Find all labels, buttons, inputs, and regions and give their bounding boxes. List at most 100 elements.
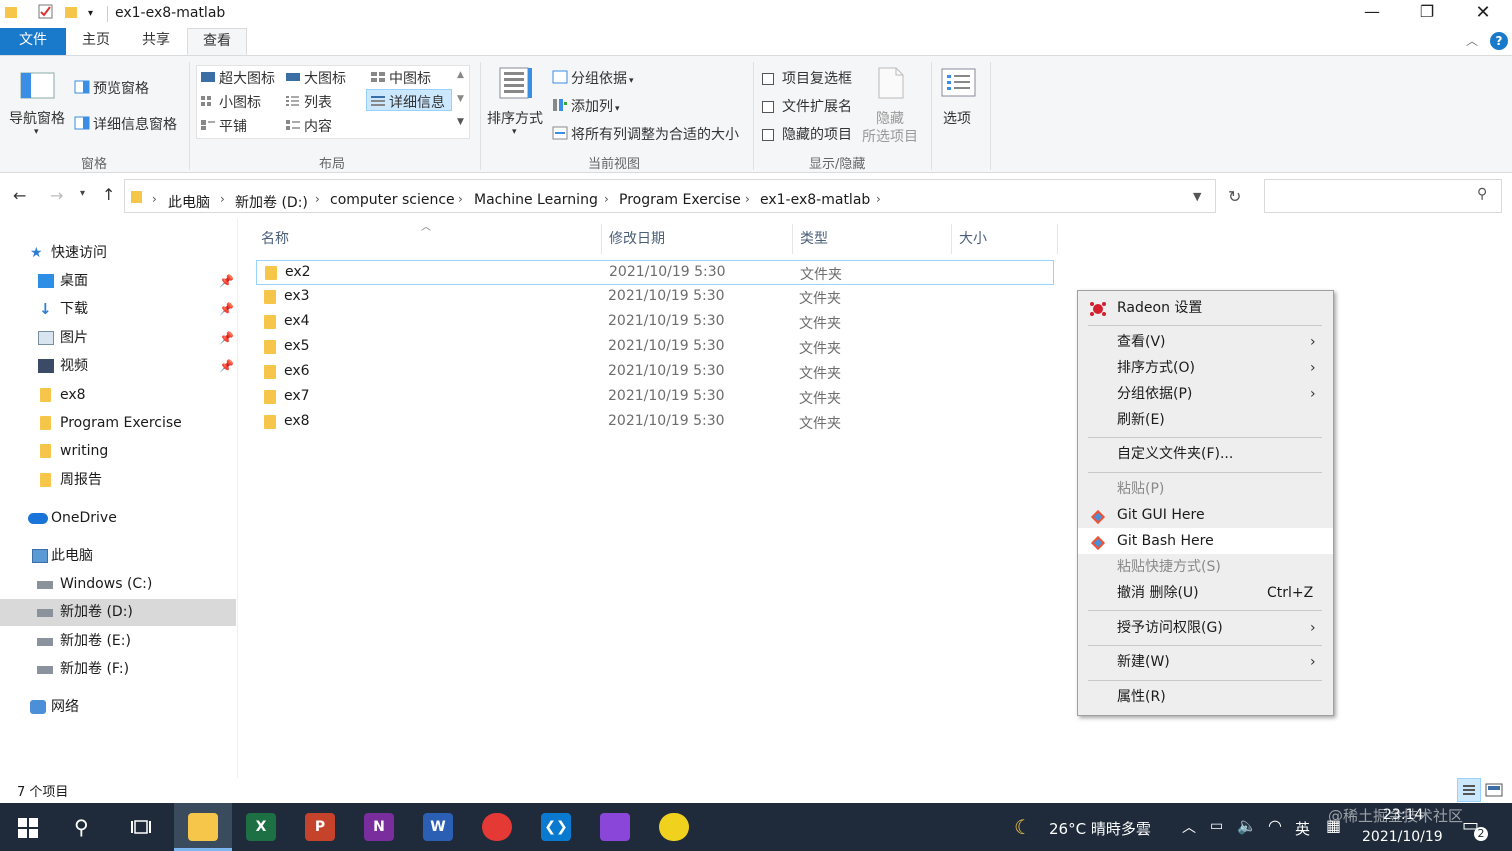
menu-item-undo-delete[interactable]: 撤消 删除(U) Ctrl+Z xyxy=(1078,580,1333,606)
nav-item-weekly-report[interactable]: 周报告 xyxy=(0,467,236,494)
table-row[interactable]: ex4 2021/10/19 5:30 文件夹 xyxy=(256,310,1054,335)
menu-item-paste-shortcut[interactable]: 粘贴快捷方式(S) xyxy=(1078,554,1333,580)
breadcrumb-chevron-icon[interactable]: › xyxy=(315,192,320,206)
tiles-option[interactable]: 平铺 xyxy=(200,116,247,136)
nav-drive-c[interactable]: Windows (C:) xyxy=(0,571,236,598)
volume-icon[interactable]: 🔈 xyxy=(1237,816,1257,835)
menu-item-grant-access[interactable]: 授予访问权限(G) › xyxy=(1078,615,1333,641)
table-row[interactable]: ex3 2021/10/19 5:30 文件夹 xyxy=(256,285,1054,310)
nav-item-desktop[interactable]: 桌面 📌 xyxy=(0,268,236,295)
breadcrumb-drive-d[interactable]: 新加卷 (D:) xyxy=(235,192,308,212)
large-icons-view-toggle-icon[interactable] xyxy=(1484,781,1504,803)
sort-by-button[interactable]: 排序方式 xyxy=(487,108,543,128)
tab-home[interactable]: 主页 xyxy=(70,28,122,55)
table-row[interactable]: ex6 2021/10/19 5:30 文件夹 xyxy=(256,360,1054,385)
forward-arrow-icon[interactable]: → xyxy=(50,186,63,205)
menu-item-new[interactable]: 新建(W) › xyxy=(1078,649,1333,675)
breadcrumb-this-pc[interactable]: 此电脑 xyxy=(168,192,210,212)
powerpoint-icon[interactable]: P xyxy=(305,813,335,841)
breadcrumb-chevron-icon[interactable]: › xyxy=(152,192,157,206)
nav-item-videos[interactable]: 视频 📌 xyxy=(0,353,236,380)
breadcrumb-chevron-icon[interactable]: › xyxy=(745,192,750,206)
column-divider[interactable] xyxy=(1057,224,1058,254)
table-row[interactable]: ex8 2021/10/19 5:30 文件夹 xyxy=(256,410,1054,435)
menu-item-customize-folder[interactable]: 自定义文件夹(F)... xyxy=(1078,441,1333,467)
nav-onedrive[interactable]: OneDrive xyxy=(0,505,236,532)
search-box[interactable]: ⚲ xyxy=(1264,179,1502,213)
tab-view[interactable]: 查看 xyxy=(187,28,247,55)
breadcrumb-chevron-icon[interactable]: › xyxy=(604,192,609,206)
back-arrow-icon[interactable]: ← xyxy=(13,186,26,205)
content-option[interactable]: 内容 xyxy=(285,116,332,136)
breadcrumb-machine-learning[interactable]: Machine Learning xyxy=(474,192,598,208)
nav-network[interactable]: 网络 xyxy=(0,694,236,721)
weather-icon[interactable]: ☾ xyxy=(1014,815,1032,839)
hidden-items-checkbox[interactable] xyxy=(762,129,774,141)
column-divider[interactable] xyxy=(792,224,793,254)
file-extensions-checkbox[interactable] xyxy=(762,101,774,113)
item-checkboxes-toggle[interactable]: 项目复选框 xyxy=(762,68,852,88)
show-hidden-icons-chevron-icon[interactable]: ︿ xyxy=(1182,817,1196,837)
details-pane-button[interactable]: 详细信息窗格 xyxy=(74,114,177,134)
nav-item-downloads[interactable]: ↓ 下载 📌 xyxy=(0,296,236,323)
menu-item-radeon-settings[interactable]: Radeon 设置 xyxy=(1078,295,1333,321)
group-by-button[interactable]: 分组依据 ▾ xyxy=(552,68,634,88)
address-bar[interactable]: › 此电脑 › 新加卷 (D:) › computer science › Ma… xyxy=(124,179,1241,213)
customize-quick-access-chevron-icon[interactable]: ▾ xyxy=(88,8,93,19)
hide-selected-button[interactable]: 隐藏 xyxy=(876,108,904,128)
app-icon[interactable] xyxy=(600,813,630,841)
menu-item-refresh[interactable]: 刷新(E) xyxy=(1078,407,1333,433)
nav-quick-access[interactable]: ★ 快速访问 xyxy=(0,240,236,267)
breadcrumb-chevron-icon[interactable]: › xyxy=(220,192,225,206)
tab-file[interactable]: 文件 xyxy=(0,28,66,55)
nav-drive-e[interactable]: 新加卷 (E:) xyxy=(0,628,236,655)
layout-expand-icon[interactable]: ▼ xyxy=(457,117,464,127)
chrome-icon[interactable] xyxy=(482,813,512,841)
word-icon[interactable]: W xyxy=(423,813,453,841)
nav-item-writing[interactable]: writing xyxy=(0,438,236,465)
menu-item-view[interactable]: 查看(V) › xyxy=(1078,329,1333,355)
details-option[interactable]: 详细信息 xyxy=(370,92,445,112)
column-divider[interactable] xyxy=(601,224,602,254)
tab-share[interactable]: 共享 xyxy=(130,28,182,55)
column-header-modified[interactable]: 修改日期 xyxy=(609,228,665,248)
menu-item-group-by[interactable]: 分组依据(P) › xyxy=(1078,381,1333,407)
breadcrumb-chevron-icon[interactable]: › xyxy=(876,192,881,206)
layout-scroll-down-icon[interactable]: ▼ xyxy=(457,94,464,104)
excel-icon[interactable]: X xyxy=(246,813,276,841)
minimize-button[interactable]: — xyxy=(1352,2,1392,21)
weather-text[interactable]: 26°C 晴時多雲 xyxy=(1049,818,1151,839)
close-button[interactable]: ✕ xyxy=(1463,2,1503,23)
clock-date[interactable]: 2021/10/19 xyxy=(1362,829,1443,845)
menu-item-sort-by[interactable]: 排序方式(O) › xyxy=(1078,355,1333,381)
breadcrumb-program-exercise[interactable]: Program Exercise xyxy=(619,192,741,208)
column-header-type[interactable]: 类型 xyxy=(800,228,828,248)
menu-item-paste[interactable]: 粘贴(P) xyxy=(1078,476,1333,502)
breadcrumb-computer-science[interactable]: computer science xyxy=(330,192,455,208)
help-icon[interactable]: ? xyxy=(1490,32,1508,50)
nav-this-pc[interactable]: 此电脑 xyxy=(0,543,236,570)
add-columns-button[interactable]: 添加列 ▾ xyxy=(552,96,620,116)
item-checkboxes-checkbox[interactable] xyxy=(762,73,774,85)
large-icons-option[interactable]: 大图标 xyxy=(285,68,346,88)
options-button[interactable]: 选项 xyxy=(943,108,971,128)
table-row[interactable]: ex7 2021/10/19 5:30 文件夹 xyxy=(256,385,1054,410)
fit-columns-button[interactable]: 将所有列调整为合适的大小 xyxy=(552,124,739,144)
medium-icons-option[interactable]: 中图标 xyxy=(370,68,431,88)
menu-item-properties[interactable]: 属性(R) xyxy=(1078,684,1333,710)
nav-item-program-exercise[interactable]: Program Exercise xyxy=(0,410,236,437)
breadcrumb-current-folder[interactable]: ex1-ex8-matlab xyxy=(760,192,870,208)
nav-drive-d[interactable]: 新加卷 (D:) xyxy=(0,599,236,626)
table-row[interactable]: ex2 2021/10/19 5:30 文件夹 xyxy=(256,260,1054,285)
recent-locations-chevron-icon[interactable]: ▾ xyxy=(80,188,85,199)
nav-item-pictures[interactable]: 图片 📌 xyxy=(0,325,236,352)
refresh-icon[interactable]: ↻ xyxy=(1228,187,1241,206)
details-view-toggle-icon[interactable] xyxy=(1457,778,1481,802)
app-icon[interactable] xyxy=(659,813,689,841)
column-header-name[interactable]: 名称 xyxy=(261,228,289,248)
search-icon[interactable]: ⚲ xyxy=(74,815,89,839)
column-divider[interactable] xyxy=(951,224,952,254)
list-option[interactable]: 列表 xyxy=(285,92,332,112)
search-icon[interactable]: ⚲ xyxy=(1477,186,1487,202)
collapse-ribbon-chevron-icon[interactable]: ︿ xyxy=(1466,32,1478,49)
